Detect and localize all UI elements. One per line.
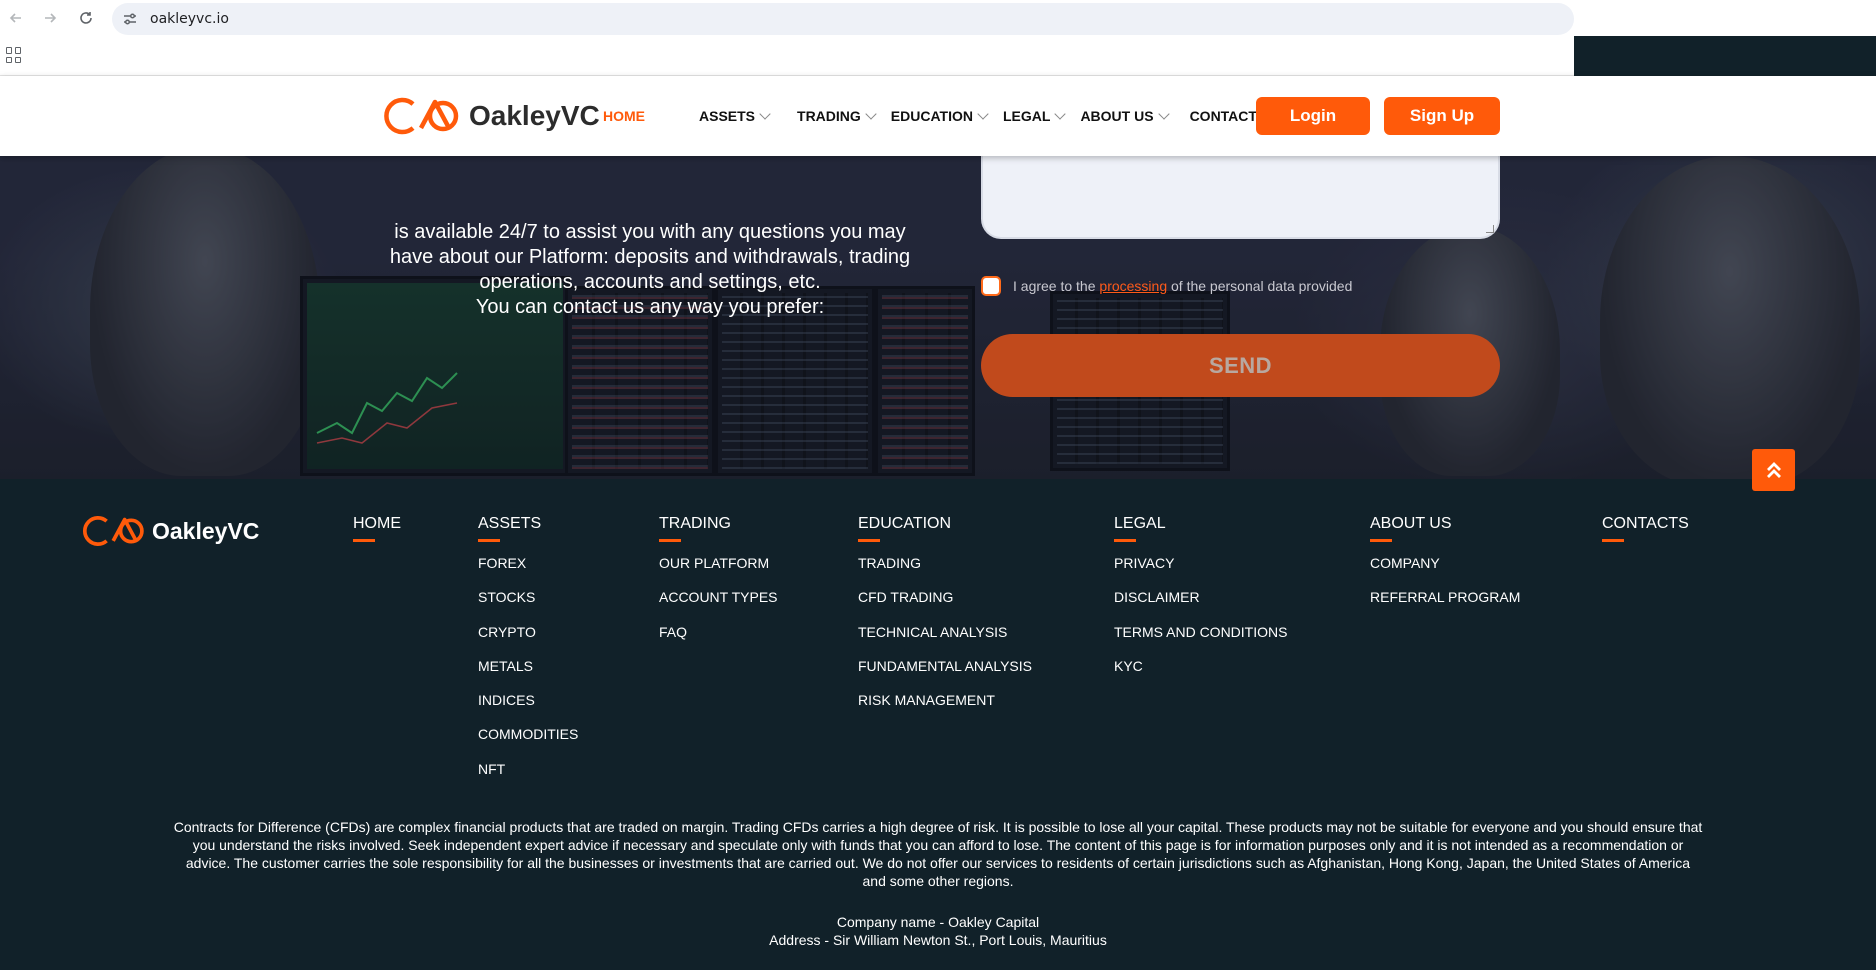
disclaimer-line: advice. The customer carries the sole re…: [185, 855, 1691, 871]
footer-col-assets: ASSETS FOREX STOCKS CRYPTO METALS INDICE…: [478, 515, 578, 794]
header-logo[interactable]: OakleyVC: [383, 96, 600, 136]
main-menu: HOME ASSETS TRADING EDUCATION LEGAL ABOU…: [603, 76, 1282, 156]
arrow-left-icon[interactable]: [4, 6, 28, 30]
site-header: OakleyVC HOME ASSETS TRADING EDUCATION L…: [0, 76, 1876, 156]
footer-link[interactable]: STOCKS: [478, 588, 578, 622]
login-button[interactable]: Login: [1256, 97, 1370, 135]
footer-link[interactable]: INDICES: [478, 691, 578, 725]
send-button[interactable]: SEND: [981, 334, 1500, 397]
disclaimer-line: Contracts for Difference (CFDs) are comp…: [173, 819, 1703, 835]
footer-link[interactable]: REFERRAL PROGRAM: [1370, 588, 1520, 622]
footer-link[interactable]: OUR PLATFORM: [659, 554, 778, 588]
footer-heading[interactable]: LEGAL: [1114, 515, 1287, 533]
footer-heading[interactable]: CONTACTS: [1602, 515, 1689, 533]
footer-heading[interactable]: HOME: [353, 515, 401, 533]
agree-checkbox[interactable]: [981, 276, 1001, 296]
company-name: Company name - Oakley Capital: [836, 914, 1040, 930]
site-footer: OakleyVC HOME ASSETS FOREX STOCKS CRYPTO…: [0, 479, 1876, 970]
apps-grid-icon[interactable]: [6, 47, 22, 63]
footer-logo[interactable]: OakleyVC: [82, 514, 259, 548]
footer-link[interactable]: CFD TRADING: [858, 588, 1032, 622]
scroll-to-top-button[interactable]: [1752, 449, 1795, 491]
oakley-logo-icon: [82, 516, 144, 546]
intro-line: is available 24/7 to assist you with any…: [394, 221, 906, 243]
bookmarks-bar: [0, 36, 1574, 76]
footer-col-education: EDUCATION TRADING CFD TRADING TECHNICAL …: [858, 515, 1032, 725]
footer-col-trading: TRADING OUR PLATFORM ACCOUNT TYPES FAQ: [659, 515, 778, 657]
oakley-logo-icon: [384, 97, 459, 135]
footer-link[interactable]: TERMS AND CONDITIONS: [1114, 623, 1287, 657]
company-info: Company name - Oakley Capital Address - …: [0, 913, 1876, 949]
company-address: Address - Sir William Newton St., Port L…: [769, 932, 1107, 948]
nav-education[interactable]: EDUCATION: [891, 108, 989, 124]
chevron-down-icon: [1157, 108, 1170, 120]
chevron-down-icon: [759, 108, 771, 120]
disclaimer-line: and some other regions.: [862, 873, 1014, 889]
footer-link[interactable]: KYC: [1114, 657, 1287, 691]
footer-link[interactable]: COMPANY: [1370, 554, 1520, 588]
footer-heading[interactable]: ABOUT US: [1370, 515, 1520, 533]
footer-logo-text: OakleyVC: [152, 517, 260, 544]
chevron-down-icon: [865, 108, 877, 120]
url-text[interactable]: oakleyvc.io: [150, 11, 229, 27]
footer-link[interactable]: PRIVACY: [1114, 554, 1287, 588]
footer-heading[interactable]: ASSETS: [478, 515, 578, 533]
footer-link[interactable]: FUNDAMENTAL ANALYSIS: [858, 657, 1032, 691]
signup-button[interactable]: Sign Up: [1384, 97, 1500, 135]
address-bar[interactable]: oakleyvc.io: [112, 3, 1574, 35]
footer-heading[interactable]: EDUCATION: [858, 515, 1032, 533]
footer-link[interactable]: COMMODITIES: [478, 725, 578, 759]
risk-disclaimer: Contracts for Difference (CFDs) are comp…: [80, 818, 1796, 890]
resize-grip-icon[interactable]: [1486, 225, 1494, 233]
footer-heading[interactable]: TRADING: [659, 515, 778, 533]
nav-home[interactable]: HOME: [603, 108, 645, 124]
footer-link[interactable]: TRADING: [858, 554, 1032, 588]
intro-line: have about our Platform: deposits and wi…: [389, 246, 911, 268]
intro-line: operations, accounts and settings, etc.: [479, 271, 821, 293]
nav-legal[interactable]: LEGAL: [1003, 108, 1067, 124]
browser-toolbar: oakleyvc.io: [0, 0, 1876, 36]
footer-col-contacts: CONTACTS: [1602, 515, 1689, 554]
disclaimer-line: you understand the risks involved. Seek …: [192, 837, 1684, 853]
footer-link[interactable]: FOREX: [478, 554, 578, 588]
reload-icon[interactable]: [74, 6, 98, 30]
footer-link[interactable]: CRYPTO: [478, 623, 578, 657]
footer-link[interactable]: DISCLAIMER: [1114, 588, 1287, 622]
intro-line: You can contact us any way you prefer:: [475, 296, 825, 318]
logo-text: OakleyVC: [469, 100, 600, 131]
nav-assets[interactable]: ASSETS: [699, 108, 771, 124]
footer-col-about-us: ABOUT US COMPANY REFERRAL PROGRAM: [1370, 515, 1520, 623]
footer-col-home: HOME: [353, 515, 401, 554]
nav-contacts[interactable]: CONTACTS: [1190, 108, 1267, 124]
footer-link[interactable]: ACCOUNT TYPES: [659, 588, 778, 622]
nav-about-us[interactable]: ABOUT US: [1080, 108, 1170, 124]
footer-col-legal: LEGAL PRIVACY DISCLAIMER TERMS AND CONDI…: [1114, 515, 1287, 691]
chevron-down-icon: [977, 108, 989, 120]
footer-link[interactable]: FAQ: [659, 623, 778, 657]
footer-link[interactable]: METALS: [478, 657, 578, 691]
double-chevron-up-icon: [1766, 462, 1781, 478]
nav-trading[interactable]: TRADING: [797, 108, 877, 124]
contact-intro: is available 24/7 to assist you with any…: [370, 220, 930, 320]
footer-link[interactable]: NFT: [478, 760, 578, 794]
agree-label: I agree to the processing of the persona…: [1013, 278, 1353, 294]
footer-link[interactable]: TECHNICAL ANALYSIS: [858, 623, 1032, 657]
agree-consent-row: I agree to the processing of the persona…: [981, 276, 1352, 296]
chevron-down-icon: [1054, 108, 1067, 120]
tune-icon[interactable]: [122, 11, 138, 27]
arrow-right-icon[interactable]: [38, 6, 62, 30]
processing-link[interactable]: processing: [1099, 278, 1167, 294]
footer-link[interactable]: RISK MANAGEMENT: [858, 691, 1032, 725]
